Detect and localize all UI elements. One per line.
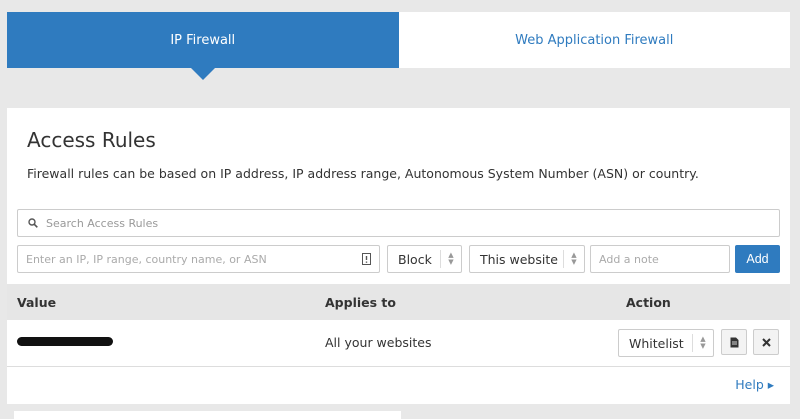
action-select[interactable]: Whitelist ▲ ▼: [618, 329, 714, 357]
tab-waf-label: Web Application Firewall: [515, 32, 674, 48]
mode-select[interactable]: Block ▲ ▼: [387, 245, 462, 273]
row-applies-to: All your websites: [325, 335, 432, 350]
search-access-rules-box[interactable]: [17, 209, 780, 237]
column-header-action: Action: [626, 295, 671, 310]
edit-note-button[interactable]: [721, 329, 747, 355]
table-header: Value Applies to Action: [7, 284, 790, 320]
document-icon[interactable]: [362, 253, 371, 265]
ip-input-field[interactable]: [17, 245, 380, 273]
table-row: All your websites Whitelist ▲ ▼: [7, 320, 790, 367]
tab-ip-firewall-label: IP Firewall: [170, 32, 236, 48]
column-header-value: Value: [17, 295, 57, 310]
active-tab-caret: [190, 68, 215, 80]
firewall-tabs: IP Firewall Web Application Firewall: [7, 12, 790, 80]
note-icon: [730, 337, 738, 347]
scope-select[interactable]: This website ▲ ▼: [469, 245, 585, 273]
redacted-value: [17, 337, 113, 346]
note-input[interactable]: [591, 252, 729, 266]
help-link[interactable]: Help ▸: [735, 377, 774, 392]
search-input[interactable]: [46, 216, 726, 230]
close-icon: [761, 337, 771, 347]
chevron-up-down-icon: ▲ ▼: [692, 334, 713, 352]
delete-rule-button[interactable]: [753, 329, 779, 355]
action-select-value: Whitelist: [629, 335, 684, 351]
scope-select-value: This website: [480, 251, 558, 267]
add-button[interactable]: Add: [735, 245, 780, 273]
page-title: Access Rules: [27, 128, 156, 152]
chevron-up-down-icon: ▲ ▼: [440, 250, 461, 268]
column-header-applies-to: Applies to: [325, 295, 396, 310]
search-icon: [28, 218, 38, 228]
access-rules-panel: Access Rules Firewall rules can be based…: [7, 108, 790, 404]
chevron-up-down-icon: ▲ ▼: [563, 250, 584, 268]
ip-input[interactable]: [18, 252, 379, 266]
tab-web-application-firewall[interactable]: Web Application Firewall: [398, 12, 790, 68]
access-rules-description: Firewall rules can be based on IP addres…: [27, 166, 699, 181]
next-panel-edge: [14, 411, 401, 419]
tab-ip-firewall[interactable]: IP Firewall: [7, 12, 399, 80]
mode-select-value: Block: [398, 251, 432, 267]
note-field[interactable]: [590, 245, 730, 273]
